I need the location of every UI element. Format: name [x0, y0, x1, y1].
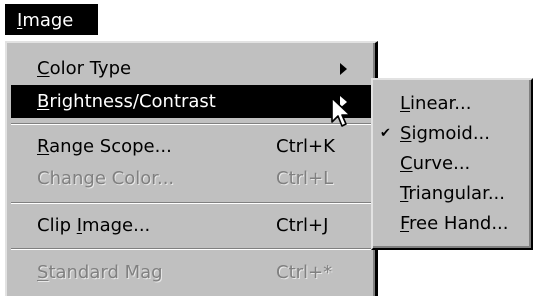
standard-mag-label: Standard Mag: [37, 262, 163, 283]
menu-item-range-scope[interactable]: Range Scope... Ctrl+K: [11, 130, 372, 163]
clip-image-shortcut: Ctrl+J: [276, 215, 329, 236]
submenu-item-triangular[interactable]: Triangular...: [377, 178, 527, 210]
color-type-label: Color Type: [37, 58, 132, 79]
mouse-cursor-icon: [331, 97, 351, 127]
submenu-item-free-hand[interactable]: Free Hand...: [377, 208, 527, 240]
sigmoid-label: Sigmoid...: [400, 123, 491, 144]
menu-item-color-type[interactable]: Color Type: [11, 52, 372, 85]
menu-item-change-color: Change Color... Ctrl+L: [11, 162, 372, 195]
image-menu-title[interactable]: Image: [5, 4, 98, 35]
brightness-contrast-label: Brightness/Contrast: [37, 91, 216, 112]
image-dropdown-menu: Color Type Brightness/Contrast Range Sco…: [5, 41, 378, 296]
menu-separator: [11, 248, 372, 250]
menu-item-standard-mag: Standard Mag Ctrl+*: [11, 256, 372, 289]
range-scope-label: Range Scope...: [37, 136, 172, 157]
triangular-label: Triangular...: [400, 183, 505, 204]
submenu-item-sigmoid[interactable]: ✔ Sigmoid...: [377, 118, 527, 150]
menu-item-brightness-contrast[interactable]: Brightness/Contrast: [11, 85, 372, 118]
menu-separator: [11, 202, 372, 204]
checkmark-icon: ✔: [380, 126, 391, 141]
curve-label: Curve...: [400, 153, 471, 174]
change-color-label: Change Color...: [37, 168, 175, 189]
clip-image-label: Clip Image...: [37, 215, 151, 236]
menu-item-clip-image[interactable]: Clip Image... Ctrl+J: [11, 209, 372, 242]
change-color-shortcut: Ctrl+L: [276, 168, 334, 189]
submenu-item-linear[interactable]: Linear...: [377, 88, 527, 120]
menu-separator: [11, 123, 372, 125]
standard-mag-shortcut: Ctrl+*: [276, 262, 333, 283]
range-scope-shortcut: Ctrl+K: [276, 136, 335, 157]
brightness-contrast-submenu: Linear... ✔ Sigmoid... Curve... Triangul…: [371, 78, 533, 250]
submenu-arrow-icon: [340, 63, 347, 75]
submenu-item-curve[interactable]: Curve...: [377, 148, 527, 180]
image-menu-label: mage: [22, 10, 74, 31]
free-hand-label: Free Hand...: [400, 213, 509, 234]
linear-label: Linear...: [400, 93, 472, 114]
